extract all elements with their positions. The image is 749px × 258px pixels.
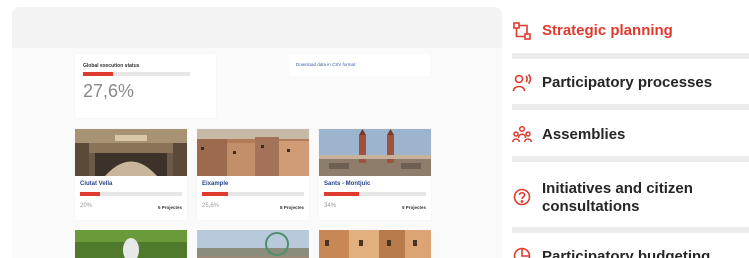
budgeting-icon bbox=[512, 246, 532, 258]
menu-item-participatory-processes[interactable]: Participatory processes bbox=[512, 71, 749, 95]
district-progress-fill bbox=[324, 192, 359, 196]
dashboard-preview: Global execution status 27,6% Download d… bbox=[12, 7, 502, 258]
menu-item-label: Participatory processes bbox=[542, 74, 713, 91]
district-photo-sants-montjuic bbox=[319, 129, 431, 176]
strategic-planning-icon bbox=[512, 21, 532, 41]
download-card: Download data in CSV format bbox=[289, 54, 430, 76]
menu-divider bbox=[512, 53, 749, 59]
menu-item-label-line2: consultations bbox=[542, 198, 640, 215]
district-percentage: 25,6% bbox=[202, 203, 220, 209]
district-progress-fill bbox=[202, 192, 229, 196]
district-percentage: 34% bbox=[324, 203, 337, 209]
menu-item-label: Assemblies bbox=[542, 126, 626, 143]
global-status-value: 27,6% bbox=[83, 81, 135, 101]
menu-item-assemblies[interactable]: Assemblies bbox=[512, 123, 749, 147]
menu-divider bbox=[512, 227, 749, 233]
district-card-thumbnail[interactable] bbox=[75, 230, 187, 258]
participatory-processes-icon bbox=[512, 73, 532, 93]
district-progress-track bbox=[202, 192, 304, 196]
menu-item-participatory-budgeting[interactable]: Participatory budgeting bbox=[512, 246, 749, 258]
menu-item-initiatives[interactable]: Initiatives and citizen consultations bbox=[512, 178, 749, 218]
district-card-thumbnail[interactable] bbox=[319, 230, 431, 258]
district-card[interactable]: Ciutat Vella 20% 5 Projectes bbox=[75, 129, 187, 220]
menu-divider bbox=[512, 104, 749, 110]
global-status-title: Global execution status bbox=[83, 63, 140, 69]
district-name: Eixample bbox=[202, 181, 229, 187]
dashboard-content: Global execution status 27,6% Download d… bbox=[12, 48, 502, 258]
assemblies-icon bbox=[512, 125, 532, 145]
menu-item-label: Participatory budgeting bbox=[542, 248, 711, 258]
district-photo-eixample bbox=[197, 129, 309, 176]
menu-item-label: Initiatives and citizen bbox=[542, 180, 693, 197]
district-progress-track bbox=[80, 192, 182, 196]
global-status-progress-fill bbox=[83, 72, 113, 76]
district-project-count: 5 Projectes bbox=[401, 205, 426, 210]
initiatives-icon bbox=[512, 187, 532, 207]
district-card-thumbnail[interactable] bbox=[197, 230, 309, 258]
district-percentage: 20% bbox=[80, 203, 93, 209]
space-type-menu: Strategic planning Participatory process… bbox=[512, 0, 749, 258]
district-card[interactable]: Sants - Montjuïc 34% 5 Projectes bbox=[319, 129, 431, 220]
district-progress-track bbox=[324, 192, 426, 196]
global-status-card: Global execution status 27,6% bbox=[75, 54, 216, 118]
district-project-count: 8 Projectes bbox=[279, 205, 304, 210]
menu-divider bbox=[512, 156, 749, 162]
district-progress-fill bbox=[80, 192, 101, 196]
menu-item-strategic-planning[interactable]: Strategic planning bbox=[512, 19, 749, 43]
district-name: Ciutat Vella bbox=[80, 181, 113, 187]
global-status-progress-track bbox=[83, 72, 190, 76]
menu-item-label: Strategic planning bbox=[542, 22, 673, 39]
district-photo-ciutat-vella bbox=[75, 129, 187, 176]
district-project-count: 5 Projectes bbox=[157, 205, 182, 210]
district-name: Sants - Montjuïc bbox=[324, 181, 371, 187]
district-card[interactable]: Eixample 25,6% 8 Projectes bbox=[197, 129, 309, 220]
download-csv-link[interactable]: Download data in CSV format bbox=[296, 62, 355, 67]
